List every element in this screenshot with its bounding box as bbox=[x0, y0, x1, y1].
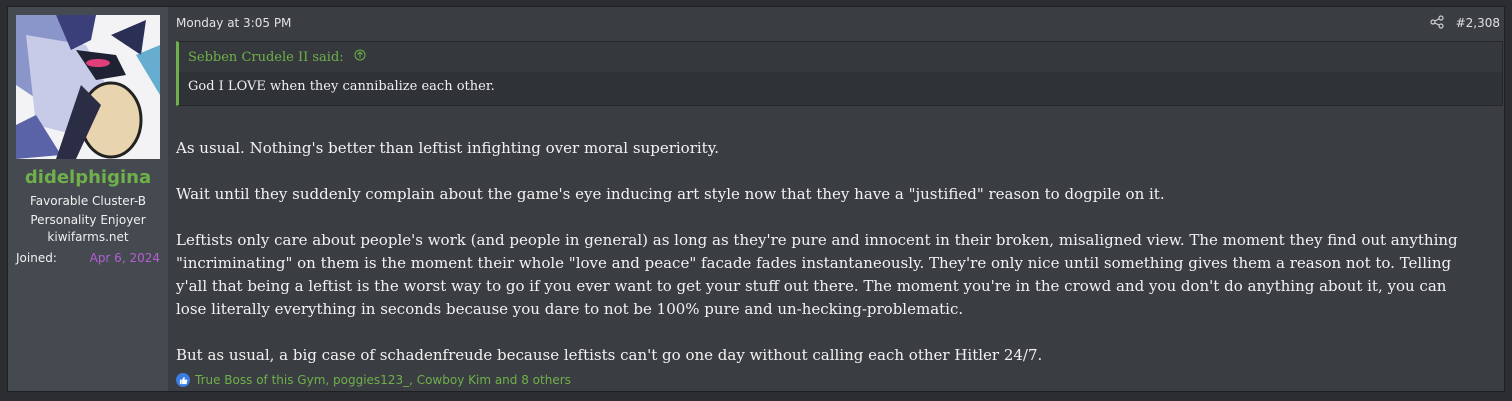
user-site: kiwifarms.net bbox=[47, 230, 129, 244]
post-paragraph: As usual. Nothing's better than leftist … bbox=[176, 139, 719, 157]
forum-post: didelphigina Favorable Cluster-B Persona… bbox=[7, 6, 1505, 392]
user-title-line: Personality Enjoyer bbox=[30, 213, 146, 227]
user-panel: didelphigina Favorable Cluster-B Persona… bbox=[8, 7, 168, 391]
post-date[interactable]: Monday at 3:05 PM bbox=[176, 16, 291, 30]
username[interactable]: didelphigina bbox=[8, 167, 168, 188]
arrow-up-circle-icon[interactable] bbox=[354, 42, 366, 72]
post-paragraph: Wait until they suddenly complain about … bbox=[176, 185, 1165, 203]
post-main: Monday at 3:05 PM #2,308 Sebben Crudele … bbox=[176, 7, 1504, 391]
post-paragraph: But as usual, a big case of schadenfreud… bbox=[176, 346, 1043, 364]
quote-author[interactable]: Sebben Crudele II said: bbox=[188, 50, 344, 65]
share-icon[interactable] bbox=[1430, 15, 1444, 29]
user-title: Favorable Cluster-B Personality Enjoyer bbox=[8, 192, 168, 230]
joined-date: Apr 6, 2024 bbox=[89, 251, 160, 265]
post-body: As usual. Nothing's better than leftist … bbox=[176, 137, 1476, 390]
quote-block: Sebben Crudele II said: God I LOVE when … bbox=[176, 41, 1503, 106]
thumbs-up-icon bbox=[176, 373, 190, 387]
avatar[interactable] bbox=[16, 15, 160, 159]
quote-text: God I LOVE when they cannibalize each ot… bbox=[179, 72, 1502, 105]
reactions-bar[interactable]: True Boss of this Gym, poggies123_, Cowb… bbox=[176, 373, 571, 387]
user-title-line: Favorable Cluster-B bbox=[30, 194, 146, 208]
quote-header[interactable]: Sebben Crudele II said: bbox=[179, 42, 1502, 72]
reactions-list[interactable]: True Boss of this Gym, poggies123_, Cowb… bbox=[195, 373, 571, 387]
post-number[interactable]: #2,308 bbox=[1456, 16, 1500, 30]
post-paragraph: Leftists only care about people's work (… bbox=[176, 231, 1458, 318]
joined-label: Joined: bbox=[16, 251, 57, 265]
